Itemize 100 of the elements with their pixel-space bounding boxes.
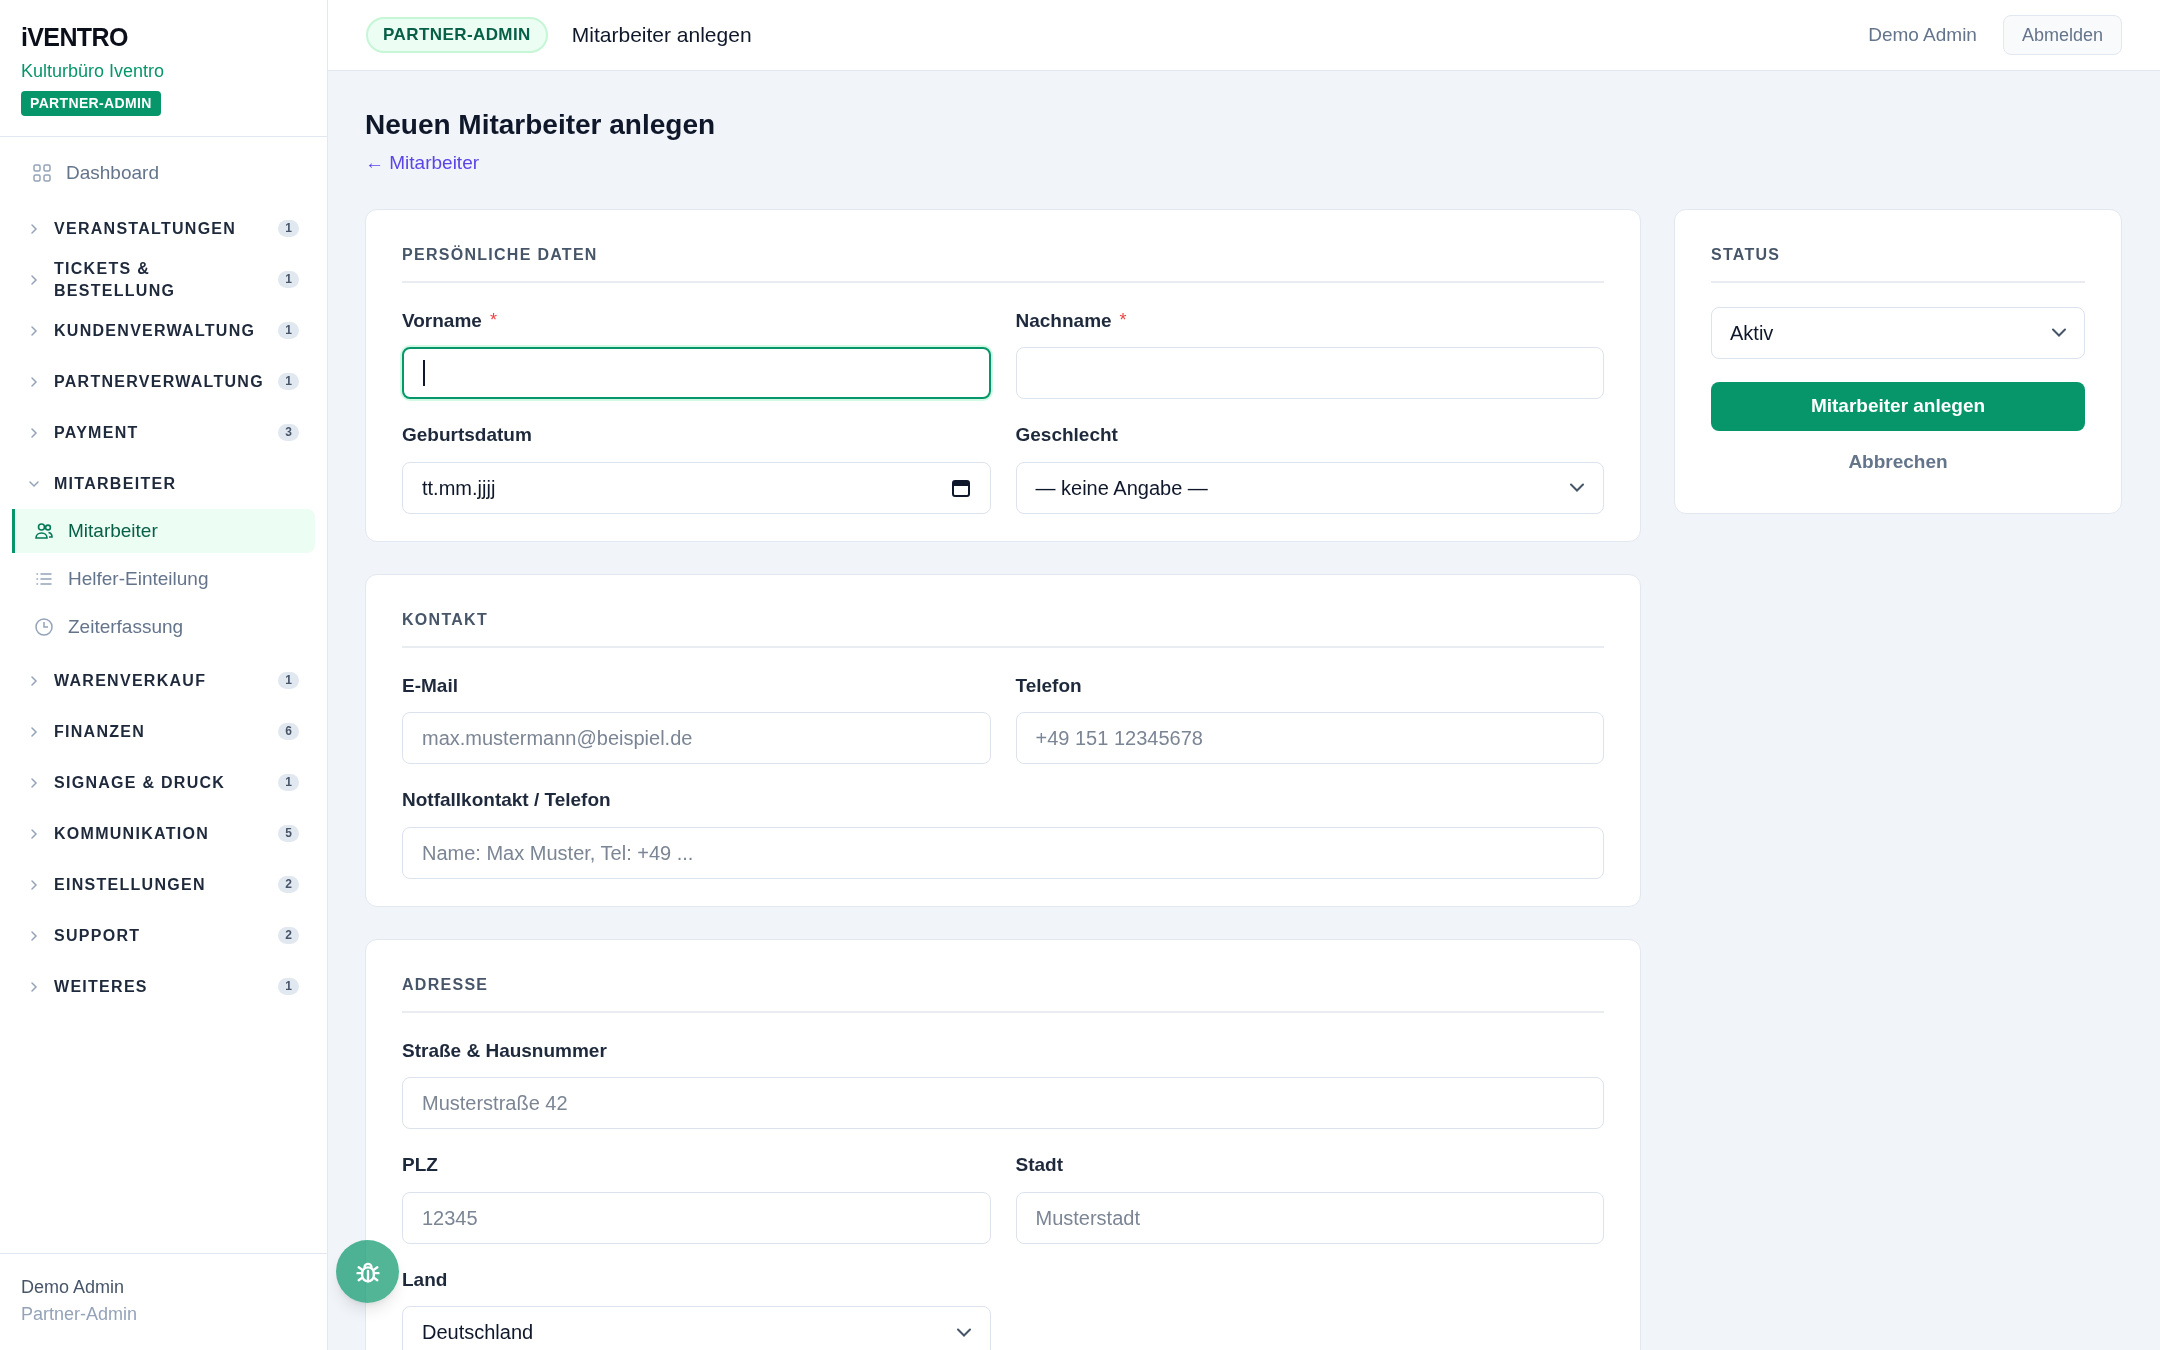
chevron-down-icon bbox=[956, 1327, 971, 1337]
sidebar-item[interactable]: Mitarbeiter bbox=[12, 509, 315, 553]
nav-group[interactable]: KOMMUNIKATION 5 bbox=[0, 808, 327, 859]
nav-group[interactable]: KUNDENVERWALTUNG 1 bbox=[0, 305, 327, 356]
nav-group[interactable]: EINSTELLUNGEN 2 bbox=[0, 859, 327, 910]
role-badge: PARTNER-ADMIN bbox=[366, 17, 548, 53]
chevron-down-icon bbox=[2052, 328, 2066, 337]
date-field[interactable]: tt.mm.jjjj bbox=[402, 461, 991, 514]
field-label: Vorname bbox=[402, 308, 482, 333]
nav-group[interactable]: WEITERES 1 bbox=[0, 961, 327, 1012]
field-label: Stadt bbox=[1015, 1153, 1063, 1177]
nav-group-label: EINSTELLUNGEN bbox=[54, 874, 207, 895]
nav-group[interactable]: PAYMENT 3 bbox=[0, 407, 327, 458]
section-title: STATUS bbox=[1711, 245, 1781, 263]
nav-group[interactable]: VERANSTALTUNGEN 1 bbox=[0, 203, 327, 254]
field-label: Straße & Hausnummer bbox=[402, 1038, 607, 1063]
count-badge: 2 bbox=[278, 876, 299, 893]
nav-group-label: SUPPORT bbox=[54, 925, 142, 946]
text-field[interactable]: +49 151 12345678 bbox=[1015, 712, 1604, 764]
field-label: Geburtsdatum bbox=[402, 423, 532, 447]
submit-button[interactable]: Mitarbeiter anlegen bbox=[1711, 381, 2085, 431]
nav-group[interactable]: PARTNERVERWALTUNG 1 bbox=[0, 356, 327, 407]
nav-group[interactable]: SUPPORT 2 bbox=[0, 910, 327, 961]
page-title: Neuen Mitarbeiter anlegen bbox=[365, 108, 717, 142]
nav-group-label: KUNDENVERWALTUNG bbox=[54, 320, 257, 341]
chevron-right-icon bbox=[28, 426, 40, 439]
field-label: Geschlecht bbox=[1015, 423, 1118, 447]
chevron-right-icon bbox=[28, 674, 40, 687]
user-name: Demo Admin bbox=[1868, 22, 1977, 47]
count-badge: 1 bbox=[278, 271, 299, 288]
count-badge: 1 bbox=[278, 220, 299, 237]
count-badge: 3 bbox=[278, 424, 299, 441]
nav-group-label: MITARBEITER bbox=[54, 473, 178, 494]
text-cursor bbox=[423, 360, 425, 386]
chevron-down-icon bbox=[1570, 483, 1584, 492]
nav-group-label: WARENVERKAUF bbox=[54, 670, 208, 691]
count-badge: 1 bbox=[278, 373, 299, 390]
select-field[interactable]: Aktiv bbox=[1711, 306, 2085, 359]
text-field[interactable]: Musterstadt bbox=[1015, 1191, 1604, 1244]
chevron-right-icon bbox=[28, 827, 40, 840]
nav-group-label: PAYMENT bbox=[54, 422, 140, 443]
cancel-button[interactable]: Abbrechen bbox=[1844, 442, 1952, 483]
nav-group-label: WEITERES bbox=[54, 976, 149, 997]
count-badge: 2 bbox=[278, 927, 299, 944]
chevron-right-icon bbox=[28, 273, 40, 286]
required-asterisk: * bbox=[489, 309, 497, 333]
text-field[interactable]: 12345 bbox=[402, 1191, 991, 1244]
nav-group-label: TICKETS & BESTELLUNG bbox=[54, 258, 177, 301]
field-label: E-Mail bbox=[402, 673, 458, 698]
count-badge: 1 bbox=[278, 978, 299, 995]
count-badge: 5 bbox=[278, 825, 299, 842]
nav-group-label: FINANZEN bbox=[54, 721, 147, 742]
nav-group[interactable]: FINANZEN 6 bbox=[0, 706, 327, 757]
user-name: Demo Admin bbox=[21, 1276, 126, 1299]
section-title: ADRESSE bbox=[402, 975, 489, 993]
chevron-right-icon bbox=[28, 725, 40, 738]
text-field[interactable]: max.mustermann@beispiel.de bbox=[402, 712, 991, 764]
field-label: Nachname bbox=[1015, 308, 1112, 333]
field-label: PLZ bbox=[402, 1153, 438, 1177]
text-field[interactable] bbox=[402, 347, 991, 399]
nav-group[interactable]: MITARBEITER bbox=[0, 458, 327, 509]
chevron-right-icon bbox=[28, 878, 40, 891]
nav-group-label: SIGNAGE & DRUCK bbox=[54, 772, 227, 793]
chevron-right-icon bbox=[28, 324, 40, 337]
nav-group[interactable]: SIGNAGE & DRUCK 1 bbox=[0, 757, 327, 808]
nav-group-label: VERANSTALTUNGEN bbox=[54, 218, 238, 239]
count-badge: 1 bbox=[278, 322, 299, 339]
section-title: PERSÖNLICHE DATEN bbox=[402, 245, 598, 263]
chevron-right-icon bbox=[28, 980, 40, 993]
back-link[interactable]: ← Mitarbeiter bbox=[365, 149, 480, 178]
logout-button[interactable]: Abmelden bbox=[2002, 15, 2122, 55]
field-label: Telefon bbox=[1015, 673, 1082, 698]
count-badge: 1 bbox=[278, 672, 299, 689]
chevron-right-icon bbox=[28, 375, 40, 388]
sidebar-item[interactable]: Dashboard bbox=[10, 151, 315, 195]
field-label: Notfallkontakt / Telefon bbox=[402, 788, 611, 812]
section-title: KONTAKT bbox=[402, 610, 488, 628]
calendar-icon bbox=[950, 477, 971, 498]
count-badge: 1 bbox=[278, 774, 299, 791]
users-icon bbox=[34, 521, 54, 541]
nav-group[interactable]: WARENVERKAUF 1 bbox=[0, 655, 327, 706]
chevron-right-icon bbox=[28, 222, 40, 235]
select-field[interactable]: — keine Angabe — bbox=[1015, 461, 1604, 514]
count-badge: 6 bbox=[278, 723, 299, 740]
brand-logo: iVENTRO bbox=[21, 22, 128, 52]
nav-group-label: PARTNERVERWALTUNG bbox=[54, 371, 265, 392]
chevron-right-icon bbox=[28, 929, 40, 942]
text-field[interactable]: Musterstraße 42 bbox=[402, 1077, 1604, 1129]
field-label: Land bbox=[402, 1267, 448, 1292]
select-field[interactable]: Deutschland bbox=[402, 1306, 991, 1350]
chevron-right-icon bbox=[28, 776, 40, 789]
nav-group[interactable]: TICKETS & BESTELLUNG 1 bbox=[0, 254, 327, 305]
clock-icon bbox=[34, 617, 54, 637]
sidebar-item[interactable]: Zeiterfassung bbox=[12, 605, 315, 649]
grid-icon bbox=[32, 163, 52, 183]
page-breadcrumb: Mitarbeiter anlegen bbox=[571, 22, 752, 49]
sidebar-item[interactable]: Helfer-Einteilung bbox=[12, 557, 315, 601]
text-field[interactable]: Name: Max Muster, Tel: +49 ... bbox=[402, 826, 1604, 879]
organization-name: Kulturbüro Iventro bbox=[21, 60, 165, 83]
nav-group-label: KOMMUNIKATION bbox=[54, 823, 210, 844]
